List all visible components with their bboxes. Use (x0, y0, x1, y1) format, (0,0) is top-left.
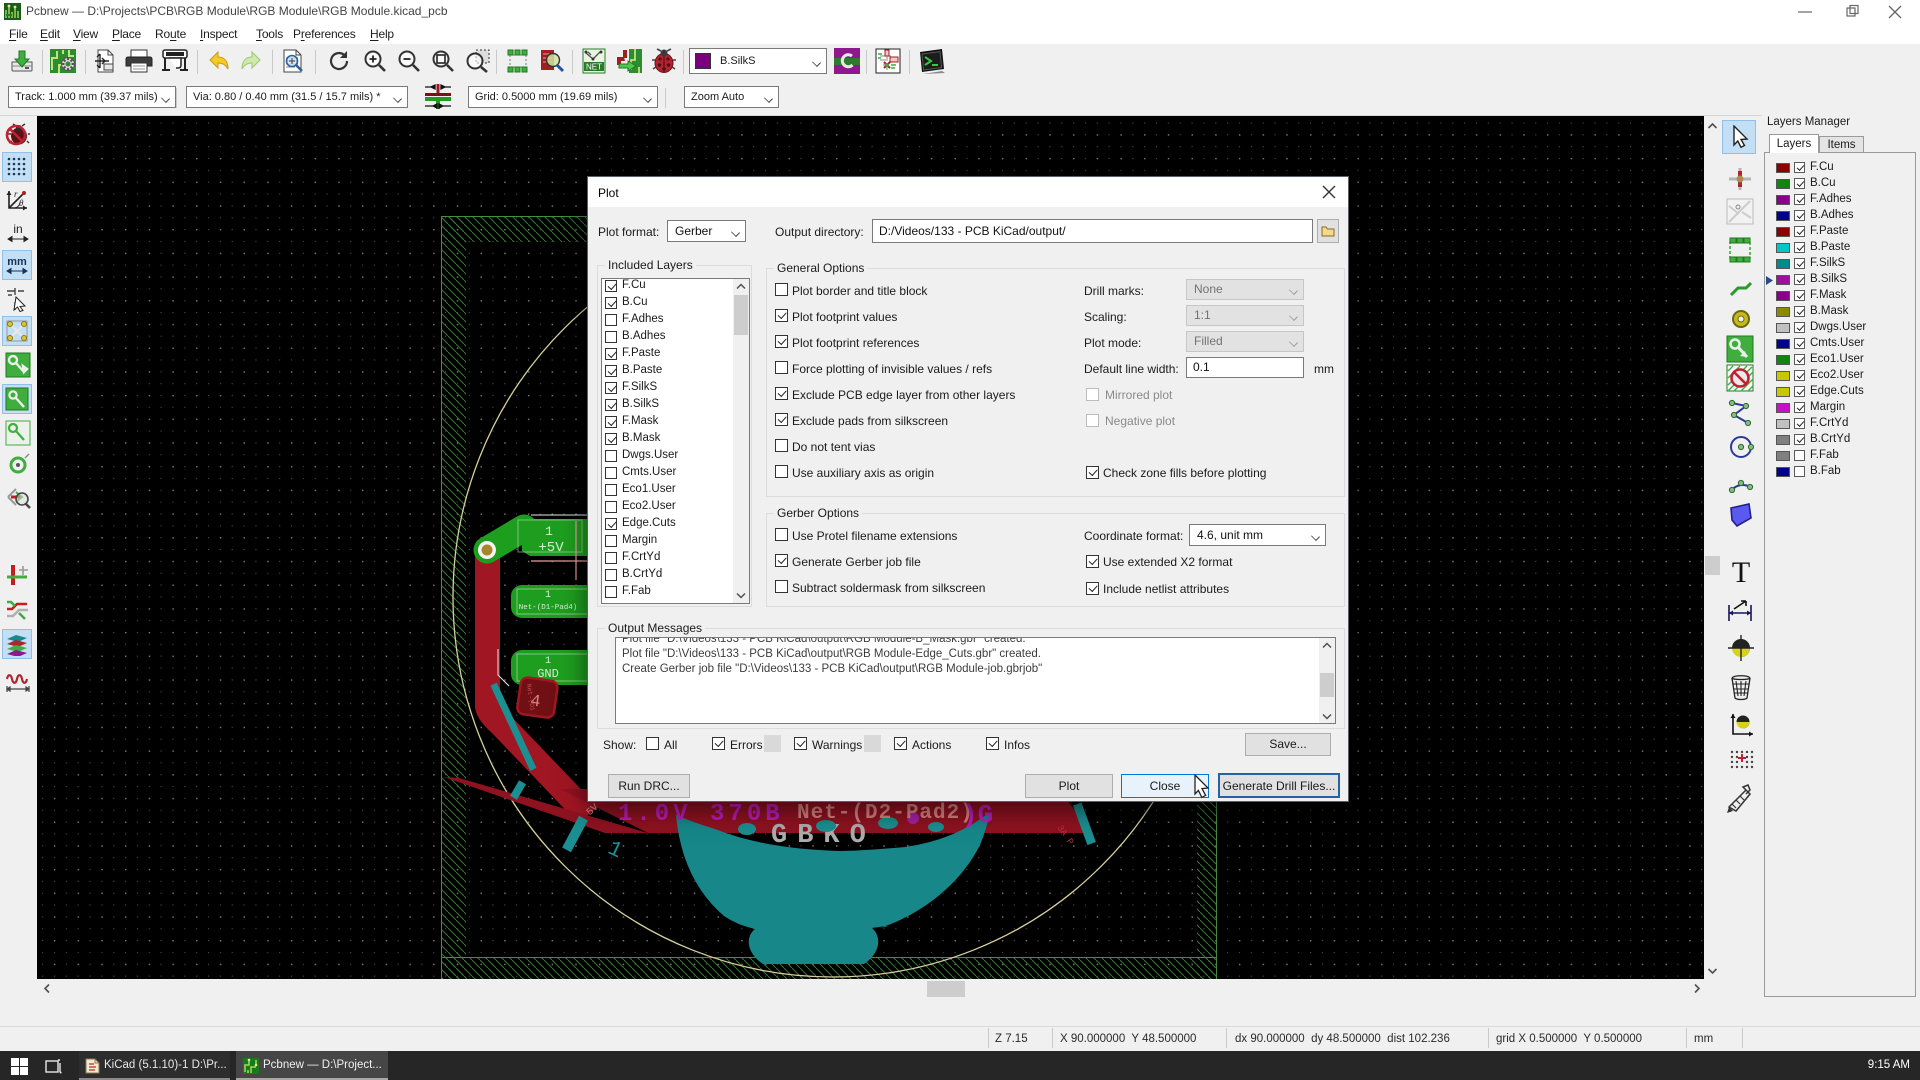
svg-text:1: 1 (545, 524, 553, 539)
svg-text:Net-(D1-Pad4): Net-(D1-Pad4) (519, 604, 578, 612)
svg-text:+5V: +5V (538, 540, 564, 556)
svg-text:mm: mm (7, 256, 27, 268)
svg-text:NET: NET (586, 63, 602, 72)
svg-text:1: 1 (545, 656, 551, 667)
svg-text:)G: )G (962, 800, 993, 830)
svg-text:1: 1 (545, 590, 551, 601)
svg-text:T: T (1732, 556, 1750, 588)
svg-text:1.0V 370B: 1.0V 370B (618, 801, 784, 828)
svg-text:r: r (14, 189, 18, 199)
svg-text:Net-(D2-Pad2): Net-(D2-Pad2) (797, 802, 974, 825)
svg-text:in: in (13, 222, 22, 236)
